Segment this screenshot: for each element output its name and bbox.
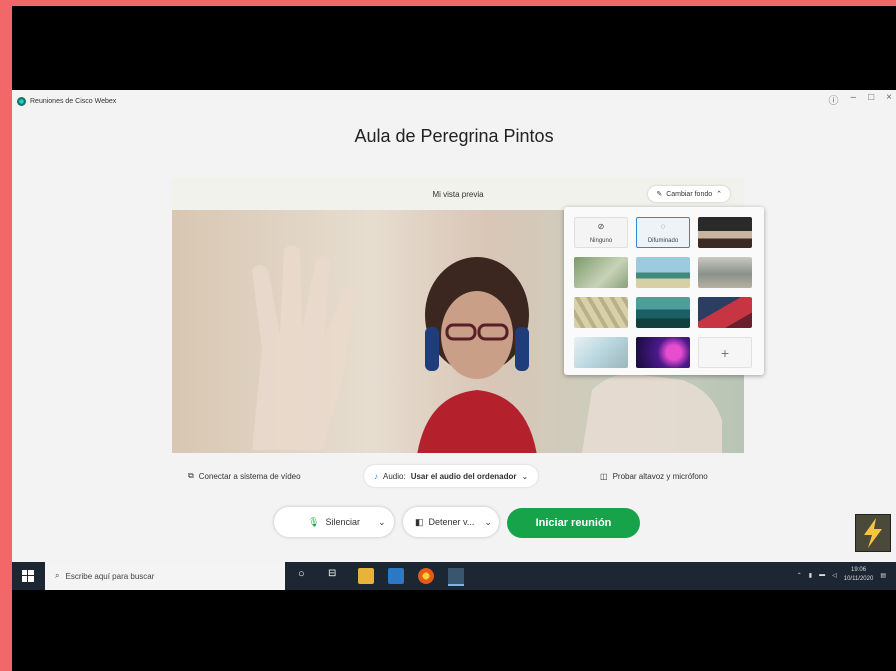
background-garden-option[interactable] [574,257,628,288]
clock-time: 19:06 [851,567,867,573]
firefox-icon[interactable] [418,568,434,584]
lightning-icon [864,518,882,548]
windows-taskbar: ⌕ Escribe aquí para buscar ○ ⊟ ⌃ ▮ ▬ ◁ 1… [12,562,896,590]
volume-icon[interactable]: ◁ [832,572,837,579]
test-audio-button[interactable]: ◫ Probar altavoz y micrófono [590,465,718,487]
stop-video-button[interactable]: ◧ Detener v... ⌄ [403,507,499,537]
frame-border-top [0,0,896,6]
background-blur-option[interactable]: ◌ Difuminado [636,217,690,248]
blur-icon: ◌ [660,222,666,231]
connect-video-label: Conectar a sistema de vídeo [198,471,301,481]
background-mountains-option[interactable] [636,297,690,328]
task-view-icon[interactable]: ⊟ [328,568,344,584]
options-bar: ⧉ Conectar a sistema de vídeo ♪ Audio: U… [172,453,744,499]
file-explorer-icon[interactable] [358,568,374,584]
mute-button[interactable]: 🎙 Silenciar ⌄ [274,507,394,537]
title-bar: Reuniones de Cisco Webex ⓘ – □ × [12,90,896,112]
brush-icon: ✎ [656,191,663,198]
audio-prefix: Audio: [383,471,406,481]
clock[interactable]: 19:06 10/11/2020 [844,566,874,584]
camera-icon: ◧ [415,516,424,527]
audio-selector[interactable]: ♪ Audio: Usar el audio del ordenador ⌄ [364,465,539,487]
microphone-icon: 🎙 [308,516,320,527]
cortana-icon[interactable]: ○ [298,568,314,584]
lightning-thumbnail [855,514,891,552]
mute-label: Silenciar [325,517,360,527]
system-tray: ⌃ ▮ ▬ ◁ 19:06 10/11/2020 ▤ [797,566,886,584]
video-frame: Reuniones de Cisco Webex ⓘ – □ × Aula de… [0,0,896,671]
webex-taskbar-icon[interactable] [448,568,464,586]
start-meeting-button[interactable]: Iniciar reunión [507,508,640,538]
background-pattern-option[interactable] [574,297,628,328]
background-interior-option[interactable] [574,337,628,368]
chevron-down-icon: ⌄ [521,471,529,481]
window-title: Reuniones de Cisco Webex [30,97,117,105]
webex-logo-icon [17,96,26,106]
change-background-label: Cambiar fondo [666,190,713,198]
preview-header: Mi vista previa ✎ Cambiar fondo ⌃ [172,178,744,210]
background-option-label: Difuminado [647,238,679,244]
chevron-up-icon: ⌃ [716,191,722,198]
webex-window: Reuniones de Cisco Webex ⓘ – □ × Aula de… [12,90,896,562]
plus-icon: + [720,345,730,361]
notifications-icon[interactable]: ▤ [880,572,886,579]
help-icon[interactable]: ⓘ [829,92,839,107]
background-none-option[interactable]: ⊘ Ninguno [574,217,628,248]
clock-date: 10/11/2020 [843,576,874,582]
page-title: Aula de Peregrina Pintos [354,126,554,146]
audio-icon: ♪ [374,471,378,481]
chevron-up-icon[interactable]: ⌃ [797,572,802,579]
close-icon[interactable]: × [886,92,892,107]
search-icon: ⌕ [55,571,60,580]
background-space-option[interactable] [636,337,690,368]
raised-hand [252,245,356,450]
network-icon[interactable]: ▬ [819,572,825,578]
taskbar-search-box[interactable]: ⌕ Escribe aquí para buscar [45,562,285,590]
test-audio-label: Probar altavoz y micrófono [612,471,708,481]
chevron-down-icon[interactable]: ⌄ [484,517,492,528]
search-placeholder: Escribe aquí para buscar [65,571,155,581]
person-silhouette [417,257,537,453]
connect-video-system-button[interactable]: ⧉ Conectar a sistema de vídeo [178,465,311,487]
mail-icon[interactable] [388,568,404,584]
battery-icon[interactable]: ▮ [809,572,812,579]
background-room-option[interactable] [698,217,752,248]
none-icon: ⊘ [597,222,605,231]
audio-value: Usar el audio del ordenador [410,471,517,481]
change-background-button[interactable]: ✎ Cambiar fondo ⌃ [648,186,730,202]
meeting-controls: 🎙 Silenciar ⌄ ◧ Detener v... ⌄ Iniciar r… [12,507,896,543]
add-background-button[interactable]: + [698,337,752,368]
window-controls: ⓘ – □ × [829,92,892,107]
background-abstract-option[interactable] [698,297,752,328]
speaker-icon: ◫ [600,471,608,481]
stop-video-label: Detener v... [428,517,475,527]
chevron-down-icon[interactable]: ⌄ [378,517,386,528]
background-landscape-option[interactable] [698,257,752,288]
maximize-icon[interactable]: □ [868,92,874,107]
minimize-icon[interactable]: – [851,92,857,107]
background-beach-option[interactable] [636,257,690,288]
background-picker-panel: ⊘ Ninguno ◌ Difuminado + [564,207,764,375]
screen-share-icon: ⧉ [188,471,194,480]
windows-start-icon[interactable] [22,570,34,582]
background-option-label: Ninguno [589,238,613,244]
frame-border-left [0,0,12,671]
